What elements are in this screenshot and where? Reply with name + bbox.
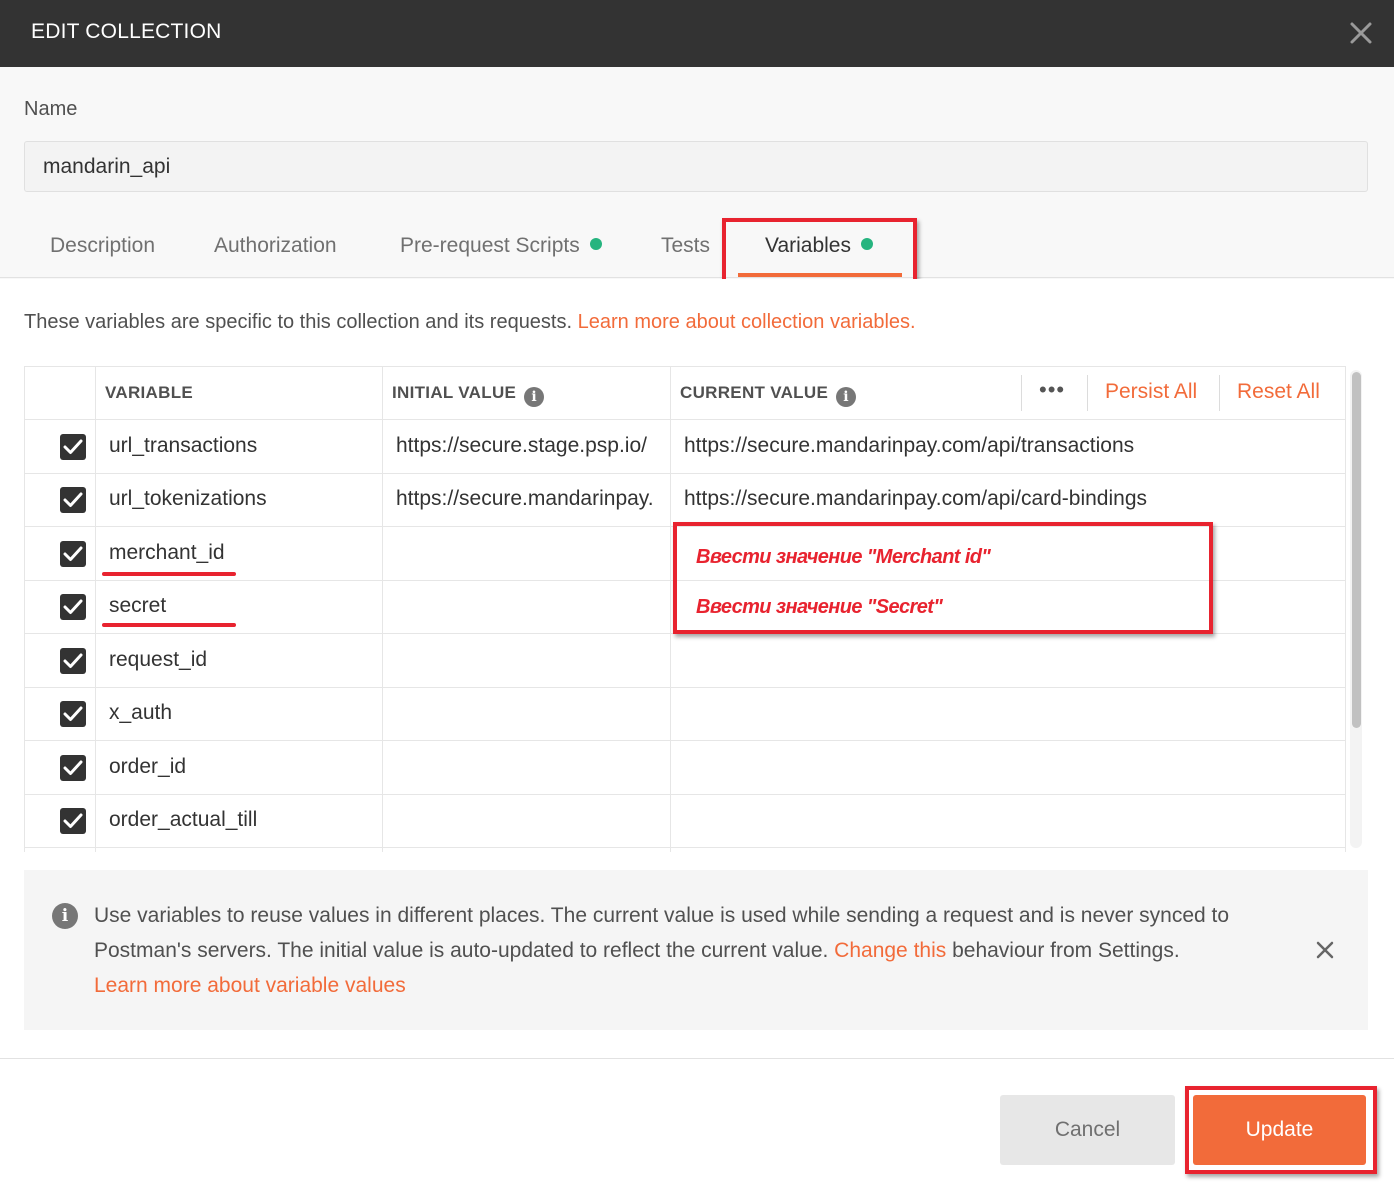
variable-name[interactable]: order_id [109, 755, 379, 779]
row-checkbox[interactable] [60, 541, 86, 567]
tab-pre-request-scripts[interactable]: Pre-request Scripts [400, 234, 602, 258]
row-checkbox[interactable] [60, 701, 86, 727]
table-row: url_tokenizations https://secure.mandari… [25, 474, 1345, 527]
cancel-button[interactable]: Cancel [1000, 1095, 1175, 1165]
status-dot-icon [589, 238, 602, 250]
header-divider [1219, 375, 1220, 411]
header-current-value: CURRENT VALUE i [680, 383, 857, 407]
tab-tests[interactable]: Tests [661, 234, 710, 258]
tab-bar: Description Authorization Pre-request Sc… [0, 220, 1394, 278]
info-icon[interactable]: i [524, 387, 545, 407]
annotation-secret-hint: Ввести значение "Secret" [696, 596, 943, 618]
learn-more-variable-values-link[interactable]: Learn more about variable values [94, 974, 406, 997]
annotation-merchant-id-hint: Ввести значение "Merchant id" [696, 546, 991, 568]
learn-more-collection-variables-link[interactable]: Learn more about collection variables. [578, 311, 916, 333]
change-this-link[interactable]: Change this [834, 939, 946, 962]
header-divider [1021, 375, 1022, 411]
current-value[interactable]: https://secure.mandarinpay.com/api/card-… [684, 487, 1324, 511]
header-variable: VARIABLE [105, 383, 194, 402]
table-header: VARIABLE INITIAL VALUE i CURRENT VALUE i •… [25, 367, 1345, 420]
row-checkbox[interactable] [60, 487, 86, 513]
variable-name[interactable]: x_auth [109, 701, 379, 725]
variable-name[interactable]: order_actual_till [109, 808, 379, 832]
dialog-title: EDIT COLLECTION [31, 20, 222, 43]
info-icon[interactable]: i [836, 387, 857, 407]
tab-description[interactable]: Description [50, 234, 155, 258]
row-checkbox[interactable] [60, 808, 86, 834]
name-label: Name [24, 98, 78, 120]
table-row: order_id [25, 742, 1345, 795]
variable-name[interactable]: request_id [109, 648, 379, 672]
table-row: url_transactions https://secure.stage.ps… [25, 421, 1345, 474]
collection-name-input[interactable]: mandarin_api [24, 141, 1368, 192]
variable-name[interactable]: url_tokenizations [109, 487, 379, 511]
variable-name[interactable]: secret [109, 594, 379, 618]
reset-all-button[interactable]: Reset All [1237, 380, 1320, 404]
table-row: x_auth [25, 688, 1345, 741]
header-initial-value: INITIAL VALUE i [392, 383, 545, 407]
row-checkbox[interactable] [60, 434, 86, 460]
header-divider [1087, 375, 1088, 411]
table-scrollbar-thumb[interactable] [1352, 372, 1361, 728]
intro-text: These variables are specific to this col… [24, 311, 916, 333]
table-row: request_id [25, 635, 1345, 688]
variable-name[interactable]: merchant_id [109, 541, 379, 565]
tab-authorization[interactable]: Authorization [214, 234, 337, 258]
current-value[interactable]: https://secure.mandarinpay.com/api/trans… [684, 434, 1324, 458]
variable-name[interactable]: url_transactions [109, 434, 379, 458]
dismiss-info-close-icon[interactable] [1314, 939, 1336, 961]
annotation-update-button-box [1185, 1086, 1377, 1174]
row-checkbox[interactable] [60, 648, 86, 674]
row-checkbox[interactable] [60, 594, 86, 620]
info-panel: i Use variables to reuse values in diffe… [24, 870, 1368, 1030]
info-text: Use variables to reuse values in differe… [94, 904, 1230, 997]
more-options-icon[interactable]: ••• [1039, 377, 1065, 403]
annotation-underline-merchant-id [102, 572, 236, 576]
dialog-title-bar: EDIT COLLECTION [0, 0, 1394, 67]
table-row: order_actual_till [25, 795, 1345, 848]
annotation-underline-secret [102, 623, 236, 627]
persist-all-button[interactable]: Persist All [1105, 380, 1197, 404]
info-icon: i [52, 903, 78, 929]
row-checkbox[interactable] [60, 755, 86, 781]
initial-value[interactable]: https://secure.mandarinpay. [396, 487, 661, 511]
close-icon[interactable] [1346, 18, 1376, 48]
initial-value[interactable]: https://secure.stage.psp.io/ [396, 434, 661, 458]
